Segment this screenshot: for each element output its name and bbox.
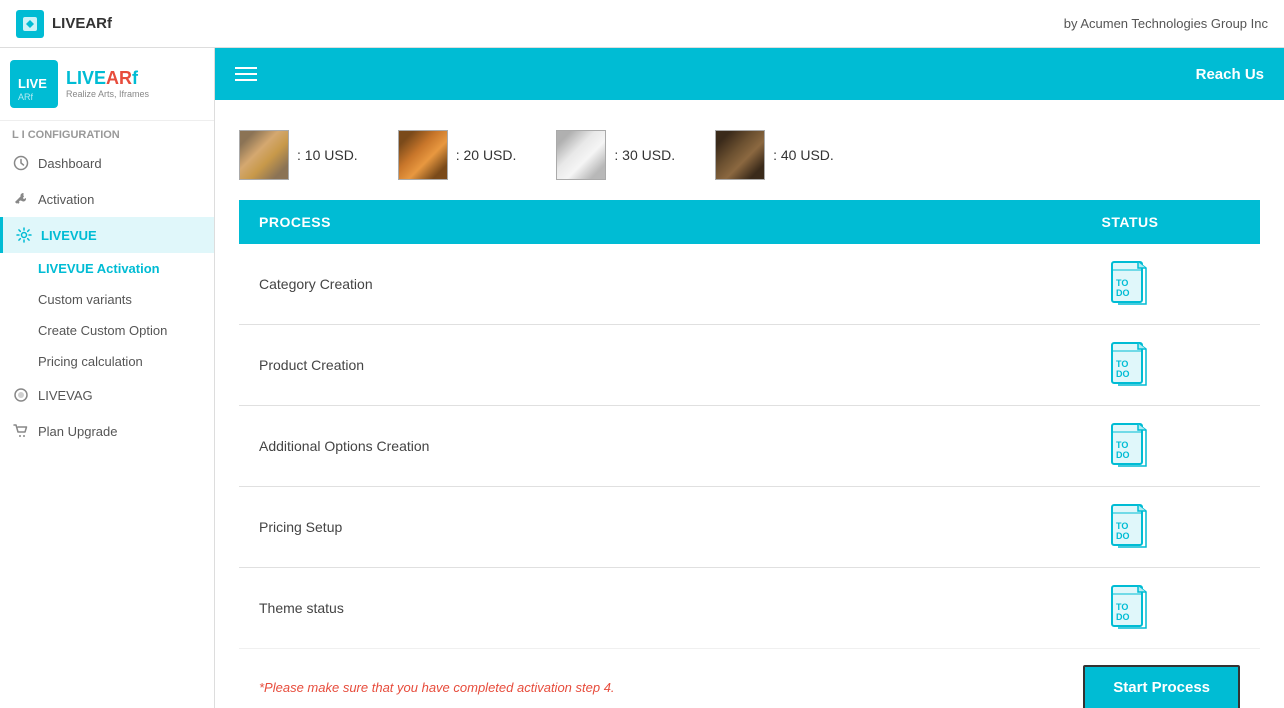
col-status: STATUS	[1000, 200, 1260, 244]
sidebar-item-custom-variants[interactable]: Custom variants	[0, 284, 214, 315]
todo-icon-3: TO DO	[1108, 422, 1152, 470]
sidebar-item-pricing-calculation[interactable]: Pricing calculation	[0, 346, 214, 377]
reach-us-button[interactable]: Reach Us	[1196, 66, 1264, 83]
top-logo-icon	[16, 10, 44, 38]
frame-thumb-3	[556, 130, 606, 180]
brand-tagline: Realize Arts, Iframes	[66, 89, 149, 99]
svg-text:TO: TO	[1116, 521, 1128, 531]
sidebar-sub-pricing-calculation-label: Pricing calculation	[38, 354, 143, 369]
sidebar-config-label: L I Configuration	[0, 121, 214, 145]
process-label-1: Category Creation	[239, 244, 1000, 325]
sidebar-item-livevag-label: LIVEVAG	[38, 388, 93, 403]
app-name: LIVEARf	[52, 15, 112, 32]
warning-text: *Please make sure that you have complete…	[259, 680, 615, 695]
todo-icon-5: TO DO	[1108, 584, 1152, 632]
sidebar-item-livevue-activation[interactable]: LIVEVUE Activation	[0, 253, 214, 284]
sidebar-item-create-custom-option[interactable]: Create Custom Option	[0, 315, 214, 346]
sidebar: LIVE ARf LIVEARf Realize Arts, Iframes L…	[0, 48, 215, 708]
frame-price-4: : 40 USD.	[773, 147, 834, 163]
frame-price-1: : 10 USD.	[297, 147, 358, 163]
brand-logo: LIVE ARf	[10, 60, 58, 108]
process-label-2: Product Creation	[239, 325, 1000, 406]
frame-price-3: : 30 USD.	[614, 147, 675, 163]
by-line: by Acumen Technologies Group Inc	[1064, 16, 1268, 31]
process-label-5: Theme status	[239, 568, 1000, 649]
top-bar: LIVEARf by Acumen Technologies Group Inc	[0, 0, 1284, 48]
status-cell-3: TO DO	[1000, 406, 1260, 487]
sidebar-sub-create-custom-option-label: Create Custom Option	[38, 323, 167, 338]
brand-name: LIVEARf	[66, 69, 149, 89]
todo-icon-1: TO DO	[1108, 260, 1152, 308]
sidebar-brand: LIVE ARf LIVEARf Realize Arts, Iframes	[0, 48, 214, 121]
table-row: Product Creation TO DO	[239, 325, 1260, 406]
sidebar-item-livevag[interactable]: LIVEVAG	[0, 377, 214, 413]
status-cell-1: TO DO	[1000, 244, 1260, 325]
process-label-4: Pricing Setup	[239, 487, 1000, 568]
frame-item-4: : 40 USD.	[715, 130, 834, 180]
bottom-row: *Please make sure that you have complete…	[239, 648, 1260, 708]
sidebar-item-dashboard-label: Dashboard	[38, 156, 102, 171]
table-row: Additional Options Creation TO DO	[239, 406, 1260, 487]
sidebar-sub-livevue-activation-label: LIVEVUE Activation	[38, 261, 160, 276]
col-process: PROCESS	[239, 200, 1000, 244]
svg-text:TO: TO	[1116, 602, 1128, 612]
svg-text:DO: DO	[1116, 612, 1130, 622]
main-area: Reach Us : 10 USD. : 20 USD.	[215, 48, 1284, 708]
frame-thumb-2	[398, 130, 448, 180]
svg-text:TO: TO	[1116, 359, 1128, 369]
table-row: Category Creation TO DO	[239, 244, 1260, 325]
svg-text:TO: TO	[1116, 278, 1128, 288]
frame-price-2: : 20 USD.	[456, 147, 517, 163]
sidebar-item-livevue[interactable]: LIVEVUE	[0, 217, 214, 253]
frame-samples: : 10 USD. : 20 USD. : 30 USD.	[239, 120, 1260, 200]
settings-icon	[15, 226, 33, 244]
header-bar: Reach Us	[215, 48, 1284, 100]
svg-text:DO: DO	[1116, 369, 1130, 379]
brand-text-area: LIVEARf Realize Arts, Iframes	[66, 69, 149, 99]
frame-thumb-1	[239, 130, 289, 180]
sidebar-item-plan-upgrade-label: Plan Upgrade	[38, 424, 118, 439]
sidebar-sub-custom-variants-label: Custom variants	[38, 292, 132, 307]
todo-icon-4: TO DO	[1108, 503, 1152, 551]
status-cell-2: TO DO	[1000, 325, 1260, 406]
svg-text:DO: DO	[1116, 288, 1130, 298]
table-header-row: PROCESS STATUS	[239, 200, 1260, 244]
frame-item-1: : 10 USD.	[239, 130, 358, 180]
circle-icon	[12, 386, 30, 404]
frame-item-2: : 20 USD.	[398, 130, 517, 180]
process-label-3: Additional Options Creation	[239, 406, 1000, 487]
cart-icon	[12, 422, 30, 440]
svg-text:DO: DO	[1116, 450, 1130, 460]
svg-text:DO: DO	[1116, 531, 1130, 541]
todo-icon-2: TO DO	[1108, 341, 1152, 389]
frame-thumb-4	[715, 130, 765, 180]
clock-icon	[12, 154, 30, 172]
status-cell-5: TO DO	[1000, 568, 1260, 649]
sidebar-item-plan-upgrade[interactable]: Plan Upgrade	[0, 413, 214, 449]
hamburger-menu[interactable]	[235, 67, 257, 81]
wrench-icon	[12, 190, 30, 208]
sidebar-item-activation[interactable]: Activation	[0, 181, 214, 217]
svg-text:LIVE: LIVE	[18, 76, 47, 91]
table-row: Pricing Setup TO DO	[239, 487, 1260, 568]
content-inner: : 10 USD. : 20 USD. : 30 USD.	[215, 100, 1284, 708]
sidebar-item-livevue-label: LIVEVUE	[41, 228, 97, 243]
sidebar-item-dashboard[interactable]: Dashboard	[0, 145, 214, 181]
process-table: PROCESS STATUS Category Creation	[239, 200, 1260, 648]
table-row: Theme status TO DO	[239, 568, 1260, 649]
content-area: : 10 USD. : 20 USD. : 30 USD.	[215, 100, 1284, 708]
frame-item-3: : 30 USD.	[556, 130, 675, 180]
start-process-button[interactable]: Start Process	[1083, 665, 1240, 708]
app-title-area: LIVEARf	[16, 10, 112, 38]
sidebar-item-activation-label: Activation	[38, 192, 94, 207]
svg-text:TO: TO	[1116, 440, 1128, 450]
status-cell-4: TO DO	[1000, 487, 1260, 568]
svg-text:ARf: ARf	[18, 92, 34, 102]
